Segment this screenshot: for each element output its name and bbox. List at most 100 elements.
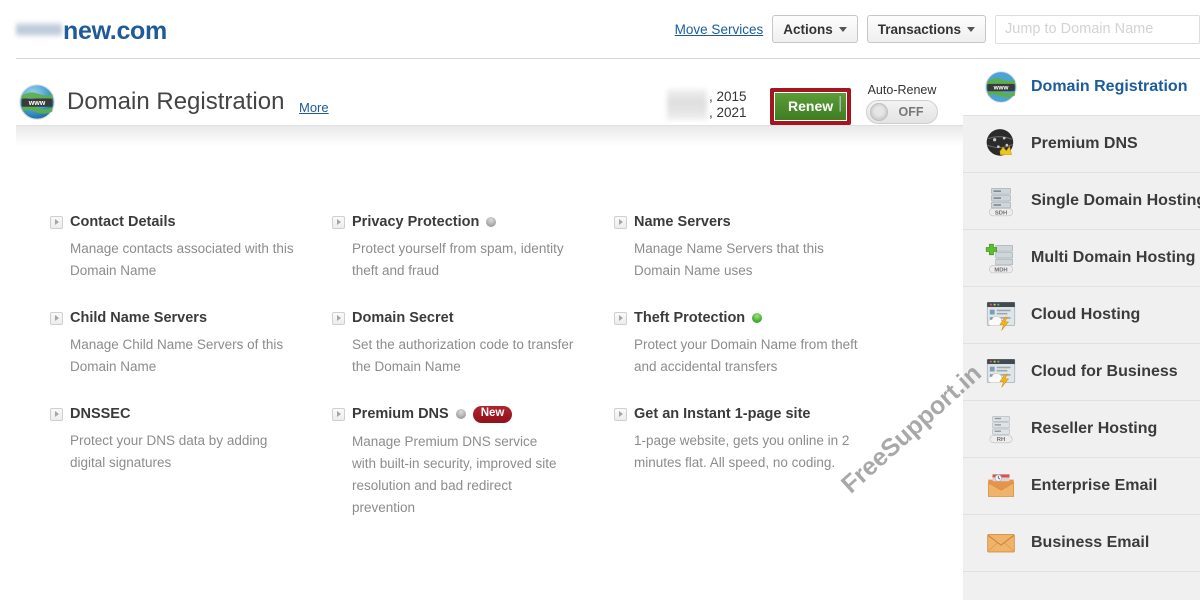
expiry-date: , 2021 bbox=[709, 105, 747, 120]
more-link[interactable]: More bbox=[299, 100, 329, 115]
expand-arrow-icon[interactable] bbox=[614, 311, 627, 325]
services-sidebar: www Domain Registration Premium DNS SDH … bbox=[963, 59, 1200, 600]
top-bar-actions: Move Services Actions Transactions bbox=[675, 14, 1200, 44]
sidebar-item-cloud-for-business[interactable]: Cloud for Business bbox=[963, 344, 1200, 401]
sidebar-item-cloud-hosting[interactable]: Cloud Hosting bbox=[963, 287, 1200, 344]
feature-title[interactable]: Get an Instant 1-page site bbox=[634, 406, 810, 422]
svg-text:RH: RH bbox=[997, 437, 1005, 443]
sidebar-item-label: Domain Registration bbox=[1031, 78, 1188, 95]
feature-domain-secret: Domain Secret Set the authorization code… bbox=[332, 310, 614, 406]
business-email-icon bbox=[987, 534, 1015, 553]
feature-title[interactable]: Domain Secret bbox=[352, 310, 454, 326]
feature-title[interactable]: Contact Details bbox=[70, 214, 176, 230]
page-root: new.com Move Services Actions Transactio… bbox=[0, 0, 1200, 600]
service-header: www Domain Registration More , 2015 , 20… bbox=[16, 59, 963, 125]
redacted-brand-prefix bbox=[16, 21, 62, 38]
expand-arrow-icon[interactable] bbox=[50, 407, 63, 421]
sidebar-item-label: Single Domain Hosting bbox=[1031, 192, 1200, 209]
feature-child-name-servers: Child Name Servers Manage Child Name Ser… bbox=[50, 310, 332, 406]
auto-renew-state: OFF bbox=[898, 105, 924, 119]
feature-description: Set the authorization code to transfer t… bbox=[352, 337, 574, 374]
header-divider bbox=[16, 125, 963, 147]
feature-description: Protect your Domain Name from theft and … bbox=[634, 337, 858, 374]
service-panel: www Domain Registration More , 2015 , 20… bbox=[16, 59, 963, 600]
feature-title[interactable]: Name Servers bbox=[634, 214, 731, 230]
sidebar-item-single-domain-hosting[interactable]: SDH Single Domain Hosting bbox=[963, 173, 1200, 230]
expand-arrow-icon[interactable] bbox=[614, 215, 627, 229]
sidebar-item-label: Cloud for Business bbox=[1031, 363, 1178, 380]
expand-arrow-icon[interactable] bbox=[614, 407, 627, 421]
toggle-knob bbox=[870, 103, 888, 121]
feature-description: Protect your DNS data by adding digital … bbox=[70, 433, 268, 470]
feature-privacy-protection: Privacy Protection Protect yourself from… bbox=[332, 214, 614, 310]
expand-arrow-icon[interactable] bbox=[50, 215, 63, 229]
feature-title[interactable]: Privacy Protection bbox=[352, 214, 479, 230]
expand-arrow-icon[interactable] bbox=[332, 311, 345, 325]
auto-renew-control: Auto-Renew OFF bbox=[856, 83, 948, 126]
feature-theft-protection: Theft Protection Protect your Domain Nam… bbox=[614, 310, 914, 406]
feature-title[interactable]: DNSSEC bbox=[70, 406, 130, 422]
feature-grid: Contact Details Manage contacts associat… bbox=[50, 214, 950, 547]
feature-dnssec: DNSSEC Protect your DNS data by adding d… bbox=[50, 406, 332, 547]
enterprise-email-icon bbox=[987, 474, 1015, 497]
sidebar-item-reseller-hosting[interactable]: RH Reseller Hosting bbox=[963, 401, 1200, 458]
chevron-down-icon bbox=[838, 26, 847, 32]
feature-name-servers: Name Servers Manage Name Servers that th… bbox=[614, 214, 914, 310]
sidebar-item-enterprise-email[interactable]: Enterprise Email bbox=[963, 458, 1200, 515]
transactions-button[interactable]: Transactions bbox=[866, 15, 986, 43]
expand-arrow-icon[interactable] bbox=[332, 407, 345, 421]
sdh-server-icon: SDH bbox=[989, 187, 1013, 216]
feature-instant-site: Get an Instant 1-page site 1-page websit… bbox=[614, 406, 914, 547]
feature-title[interactable]: Premium DNS bbox=[352, 406, 449, 422]
status-dot-inactive-icon bbox=[455, 409, 466, 420]
actions-button[interactable]: Actions bbox=[772, 15, 858, 43]
sidebar-item-business-email[interactable]: Business Email bbox=[963, 515, 1200, 572]
feature-description: Protect yourself from spam, identity the… bbox=[352, 241, 564, 278]
status-dot-active-icon bbox=[752, 313, 763, 323]
feature-description: Manage Child Name Servers of this Domain… bbox=[70, 337, 284, 374]
rh-server-icon: RH bbox=[989, 415, 1013, 443]
jump-to-domain-input[interactable] bbox=[995, 14, 1200, 44]
globe-www-icon: www bbox=[985, 71, 1017, 103]
feature-contact-details: Contact Details Manage contacts associat… bbox=[50, 214, 332, 310]
expand-arrow-icon[interactable] bbox=[332, 215, 345, 229]
new-badge: New bbox=[472, 406, 513, 423]
globe-www-icon: www bbox=[19, 84, 55, 120]
top-bar: new.com Move Services Actions Transactio… bbox=[0, 0, 1200, 59]
sidebar-item-domain-registration[interactable]: www Domain Registration bbox=[963, 59, 1200, 116]
sidebar-item-premium-dns[interactable]: Premium DNS bbox=[963, 116, 1200, 173]
feature-description: 1-page website, gets you online in 2 min… bbox=[634, 433, 850, 470]
svg-text:www: www bbox=[993, 85, 1009, 92]
sidebar-item-label: Multi Domain Hosting bbox=[1031, 249, 1196, 266]
renew-button[interactable]: Renew bbox=[774, 92, 848, 121]
dark-globe-crown-icon bbox=[986, 129, 1014, 156]
dates-text: , 2015 , 2021 bbox=[709, 89, 747, 121]
svg-text:SDH: SDH bbox=[995, 210, 1007, 216]
transactions-button-label: Transactions bbox=[877, 21, 961, 37]
svg-text:www: www bbox=[28, 99, 46, 107]
brand-suffix: new.com bbox=[63, 17, 167, 45]
feature-title[interactable]: Child Name Servers bbox=[70, 310, 207, 326]
expand-arrow-icon[interactable] bbox=[50, 311, 63, 325]
auto-renew-toggle[interactable]: OFF bbox=[866, 100, 938, 124]
domain-brand-title: new.com bbox=[16, 17, 167, 46]
redacted-dates bbox=[667, 89, 707, 121]
feature-description: Manage Premium DNS service with built-in… bbox=[352, 433, 557, 515]
feature-premium-dns: Premium DNS New Manage Premium DNS servi… bbox=[332, 406, 614, 547]
move-services-link[interactable]: Move Services bbox=[675, 22, 764, 37]
sidebar-item-label: Enterprise Email bbox=[1031, 477, 1158, 494]
feature-title[interactable]: Theft Protection bbox=[634, 310, 745, 326]
auto-renew-label: Auto-Renew bbox=[867, 83, 937, 97]
cloud-hosting-icon bbox=[986, 301, 1016, 331]
page-title: Domain Registration bbox=[67, 88, 285, 115]
separator: | bbox=[838, 93, 843, 112]
registered-date: , 2015 bbox=[709, 89, 747, 104]
feature-description: Manage contacts associated with this Dom… bbox=[70, 241, 294, 278]
chevron-down-icon bbox=[967, 26, 975, 32]
mdh-server-plus-icon: MDH bbox=[985, 243, 1013, 273]
feature-description: Manage Name Servers that this Domain Nam… bbox=[634, 241, 824, 278]
sidebar-item-multi-domain-hosting[interactable]: MDH Multi Domain Hosting bbox=[963, 230, 1200, 287]
sidebar-item-label: Business Email bbox=[1031, 534, 1150, 551]
sidebar-item-label: Cloud Hosting bbox=[1031, 306, 1141, 323]
cloud-business-icon bbox=[986, 358, 1016, 388]
